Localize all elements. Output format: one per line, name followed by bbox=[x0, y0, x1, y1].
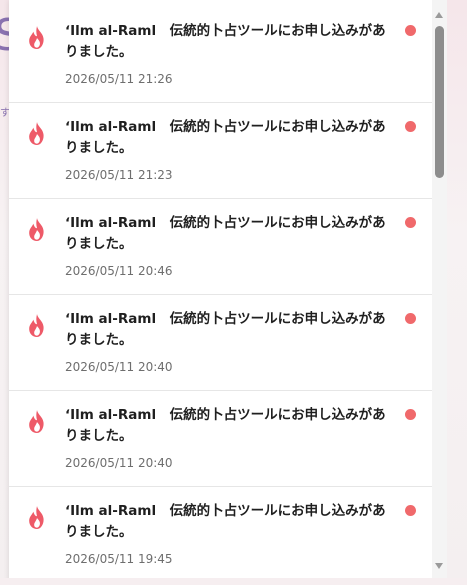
notification-item[interactable]: ʻIlm al-Raml 伝統的卜占ツールにお申し込みがありました。 2026/… bbox=[9, 295, 432, 391]
notification-message: ʻIlm al-Raml 伝統的卜占ツールにお申し込みがありました。 bbox=[65, 311, 386, 348]
notification-message: ʻIlm al-Raml 伝統的卜占ツールにお申し込みがありました。 bbox=[65, 407, 386, 444]
notification-list: ʻIlm al-Raml 伝統的卜占ツールにお申し込みがありました。 2026/… bbox=[9, 7, 432, 583]
scroll-down-arrow-icon[interactable] bbox=[435, 563, 443, 569]
flame-icon bbox=[29, 314, 44, 337]
flame-icon bbox=[29, 218, 44, 241]
scroll-up-arrow-icon[interactable] bbox=[435, 12, 443, 18]
notification-message: ʻIlm al-Raml 伝統的卜占ツールにお申し込みがありました。 bbox=[65, 119, 386, 156]
flame-icon bbox=[29, 410, 44, 433]
flame-icon bbox=[29, 122, 44, 145]
notification-time: 2026/05/11 21:26 bbox=[65, 72, 173, 86]
notification-time: 2026/05/11 21:23 bbox=[65, 168, 173, 182]
notification-item[interactable]: ʻIlm al-Raml 伝統的卜占ツールにお申し込みがありました。 2026/… bbox=[9, 391, 432, 487]
vertical-scrollbar[interactable] bbox=[432, 0, 447, 585]
notification-time: 2026/05/11 20:40 bbox=[65, 360, 173, 374]
notification-item[interactable]: ʻIlm al-Raml 伝統的卜占ツールにお申し込みがありました。 2026/… bbox=[9, 199, 432, 295]
notification-time: 2026/05/11 20:40 bbox=[65, 456, 173, 470]
notification-message: ʻIlm al-Raml 伝統的卜占ツールにお申し込みがありました。 bbox=[65, 23, 386, 60]
panel-bottom-edge bbox=[0, 578, 467, 585]
unread-dot bbox=[405, 505, 416, 516]
unread-dot bbox=[405, 409, 416, 420]
flame-icon bbox=[29, 506, 44, 529]
notification-item[interactable]: ʻIlm al-Raml 伝統的卜占ツールにお申し込みがありました。 2026/… bbox=[9, 7, 432, 103]
notification-time: 2026/05/11 20:46 bbox=[65, 264, 173, 278]
unread-dot bbox=[405, 217, 416, 228]
notification-message: ʻIlm al-Raml 伝統的卜占ツールにお申し込みがありました。 bbox=[65, 215, 386, 252]
notification-time: 2026/05/11 19:45 bbox=[65, 552, 173, 566]
flame-icon bbox=[29, 26, 44, 49]
unread-dot bbox=[405, 25, 416, 36]
notification-item[interactable]: ʻIlm al-Raml 伝統的卜占ツールにお申し込みがありました。 2026/… bbox=[9, 487, 432, 583]
unread-dot bbox=[405, 121, 416, 132]
notification-item[interactable]: ʻIlm al-Raml 伝統的卜占ツールにお申し込みがありました。 2026/… bbox=[9, 103, 432, 199]
scrollbar-thumb[interactable] bbox=[435, 26, 444, 178]
notification-panel: ʻIlm al-Raml 伝統的卜占ツールにお申し込みがありました。 2026/… bbox=[9, 0, 432, 585]
unread-dot bbox=[405, 313, 416, 324]
notification-message: ʻIlm al-Raml 伝統的卜占ツールにお申し込みがありました。 bbox=[65, 503, 386, 540]
